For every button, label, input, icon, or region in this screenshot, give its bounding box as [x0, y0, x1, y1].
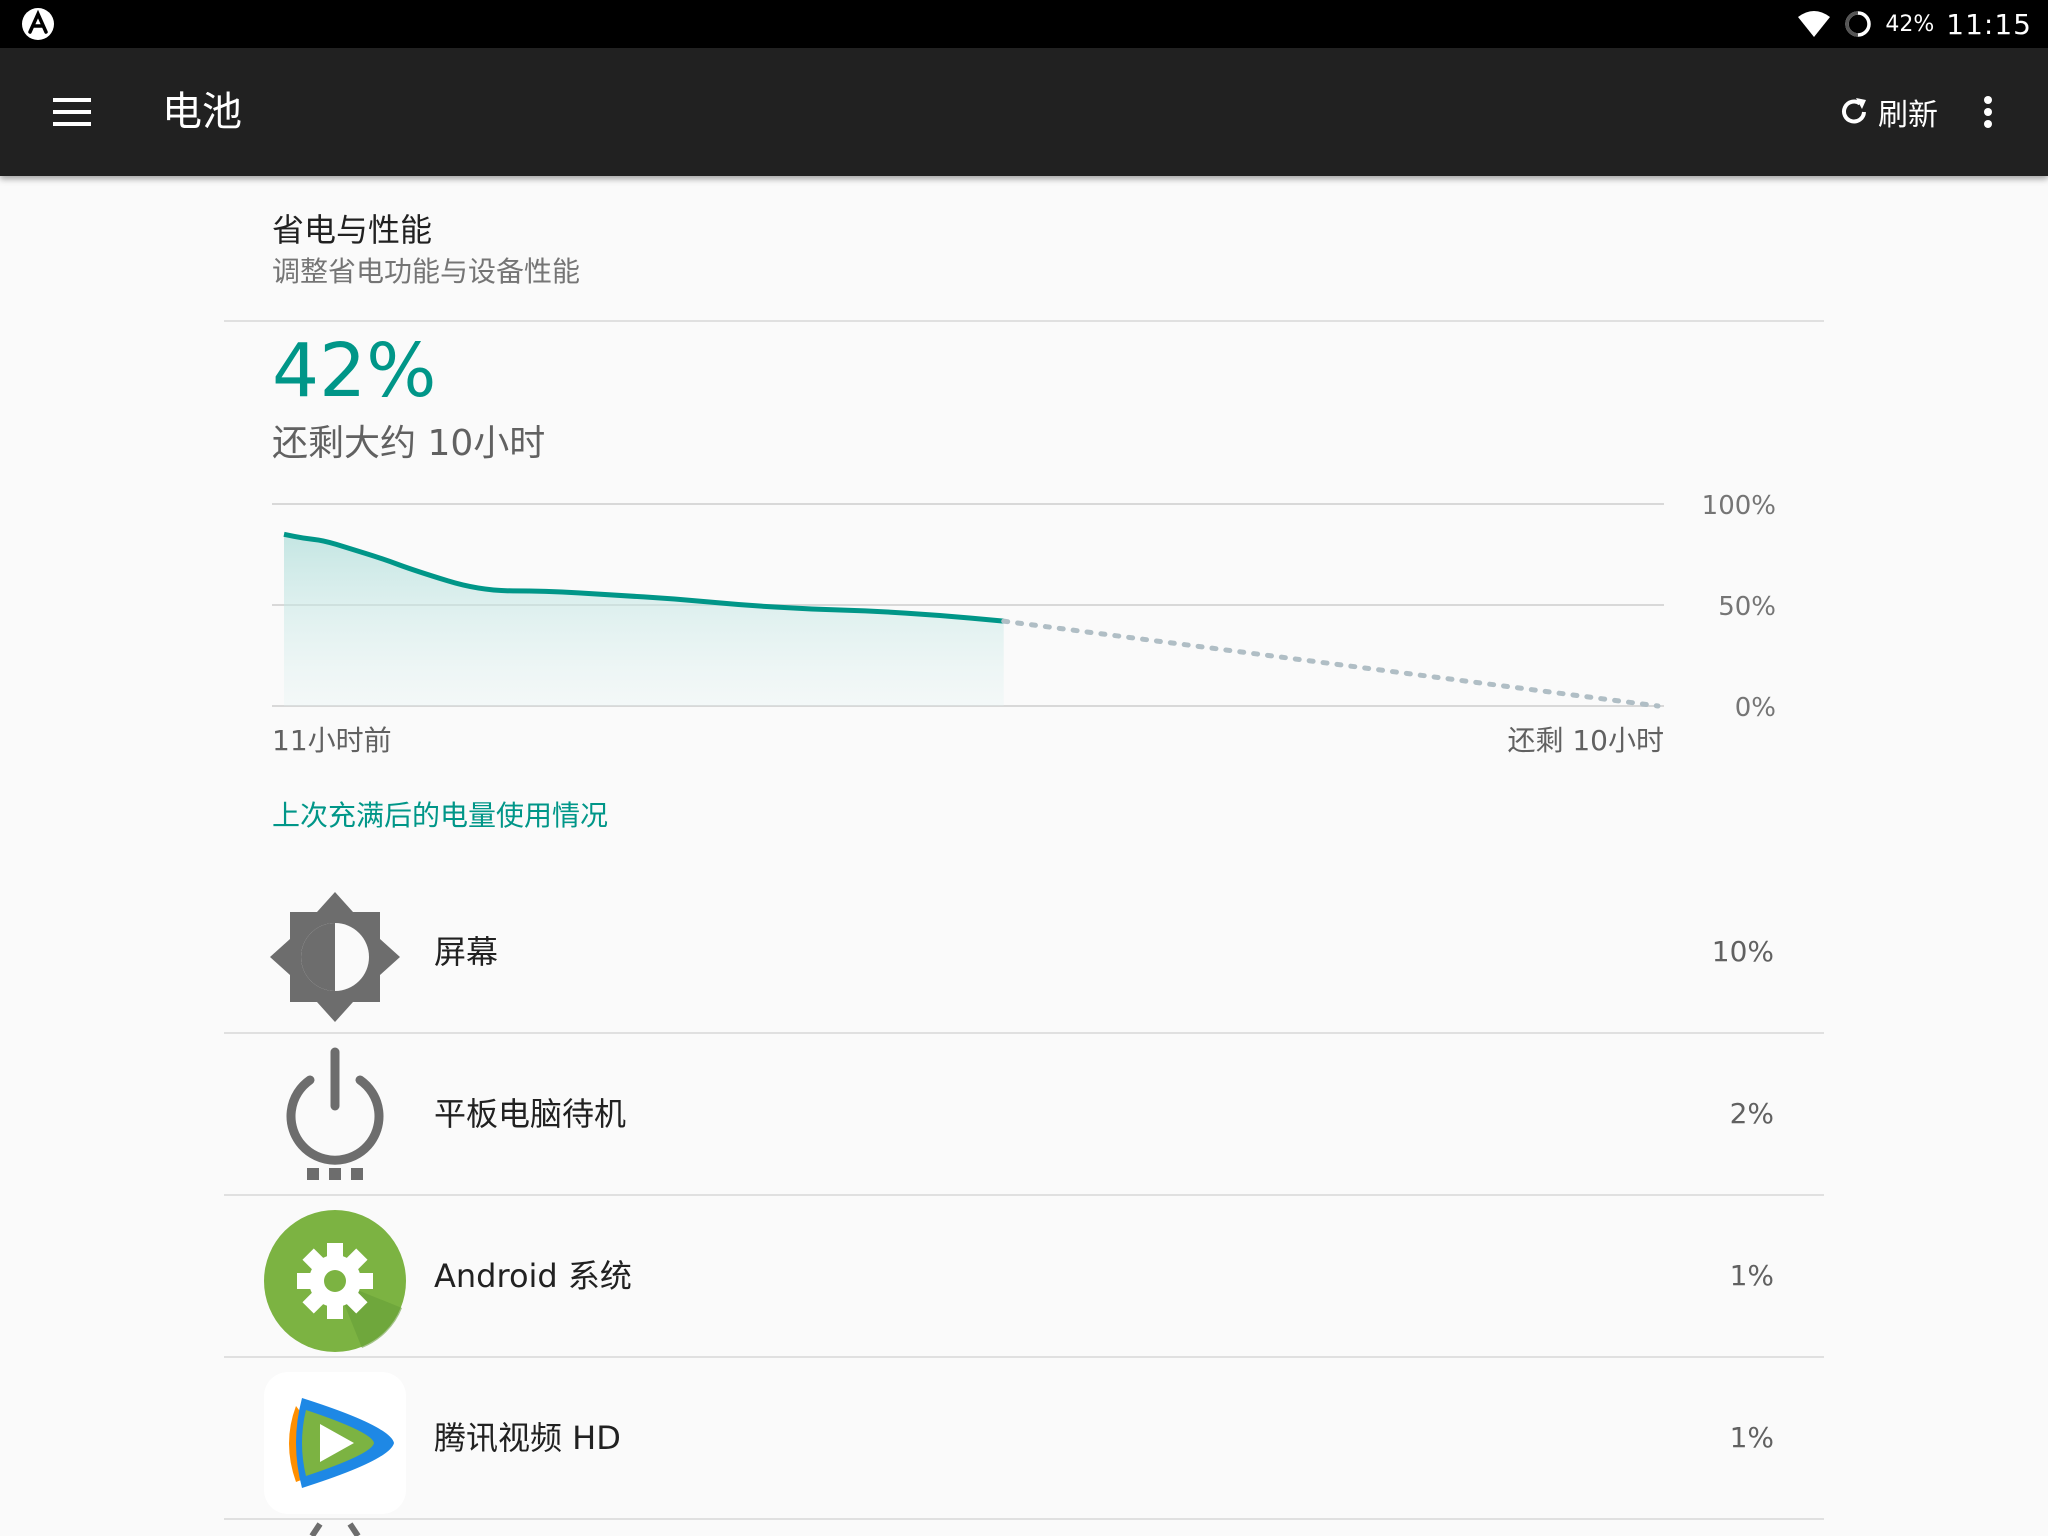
usage-item-percent: 10%	[1711, 935, 1774, 968]
usage-item-standby[interactable]: 平板电脑待机 2%	[224, 1034, 1824, 1194]
usage-item-tencent-video[interactable]: 腾讯视频 HD 1%	[224, 1358, 1824, 1518]
status-icons: 42% 11:15	[1797, 0, 2032, 48]
usage-item-percent: 1%	[1729, 1259, 1774, 1292]
chart-series-projection-line	[1001, 618, 1661, 709]
status-battery-pct: 42%	[1885, 11, 1935, 37]
battery-percent: 42%	[272, 328, 437, 414]
usage-item-screen[interactable]: 屏幕 10%	[224, 872, 1824, 1032]
battery-history-chart[interactable]: 100% 50% 0% 11小时前 还剩 10小时	[224, 486, 1824, 786]
next-item-icon-partial	[309, 1522, 361, 1536]
status-time: 11:15	[1946, 7, 2032, 41]
refresh-button[interactable]: 刷新	[1836, 86, 1938, 138]
chart-y-tick-label: 100%	[1702, 491, 1776, 521]
power-performance-setting[interactable]: 省电与性能 调整省电功能与设备性能	[272, 208, 1772, 292]
perf-title: 省电与性能	[272, 211, 433, 249]
usage-item-label: 平板电脑待机	[434, 1095, 627, 1133]
brightness-icon	[270, 892, 400, 1022]
divider	[224, 320, 1824, 322]
refresh-label: 刷新	[1878, 98, 1938, 133]
app-notification-icon	[22, 8, 54, 40]
android-system-gear-icon	[264, 1210, 406, 1352]
menu-icon[interactable]	[44, 92, 100, 132]
usage-item-percent: 2%	[1729, 1097, 1774, 1130]
power-standby-icon	[286, 1047, 384, 1180]
usage-item-percent: 1%	[1729, 1421, 1774, 1454]
tencent-video-icon	[264, 1372, 406, 1514]
usage-item-label: 腾讯视频 HD	[434, 1419, 621, 1457]
divider	[224, 1518, 1824, 1520]
usage-item-label: Android 系统	[434, 1257, 632, 1295]
usage-item-label: 屏幕	[434, 933, 499, 971]
battery-icon	[1845, 11, 1872, 37]
app-bar: 电池 刷新	[0, 48, 2048, 176]
battery-remaining: 还剩大约 10小时	[272, 423, 546, 464]
chart-y-tick-label: 50%	[1718, 592, 1776, 622]
chart-x-tick-label: 还剩 10小时	[1507, 724, 1664, 757]
chart-y-tick-label: 0%	[1735, 693, 1776, 723]
status-bar: 42% 11:15	[0, 0, 2048, 48]
chart-x-tick-label: 11小时前	[272, 724, 392, 757]
page-title: 电池	[162, 89, 242, 135]
more-vert-icon[interactable]	[1968, 88, 2008, 136]
usage-section-header[interactable]: 上次充满后的电量使用情况	[272, 796, 608, 836]
refresh-icon	[1842, 98, 1866, 124]
wifi-icon	[1798, 11, 1831, 37]
usage-item-android-system[interactable]: Android 系统 1%	[224, 1196, 1824, 1356]
perf-subtitle: 调整省电功能与设备性能	[272, 255, 581, 288]
